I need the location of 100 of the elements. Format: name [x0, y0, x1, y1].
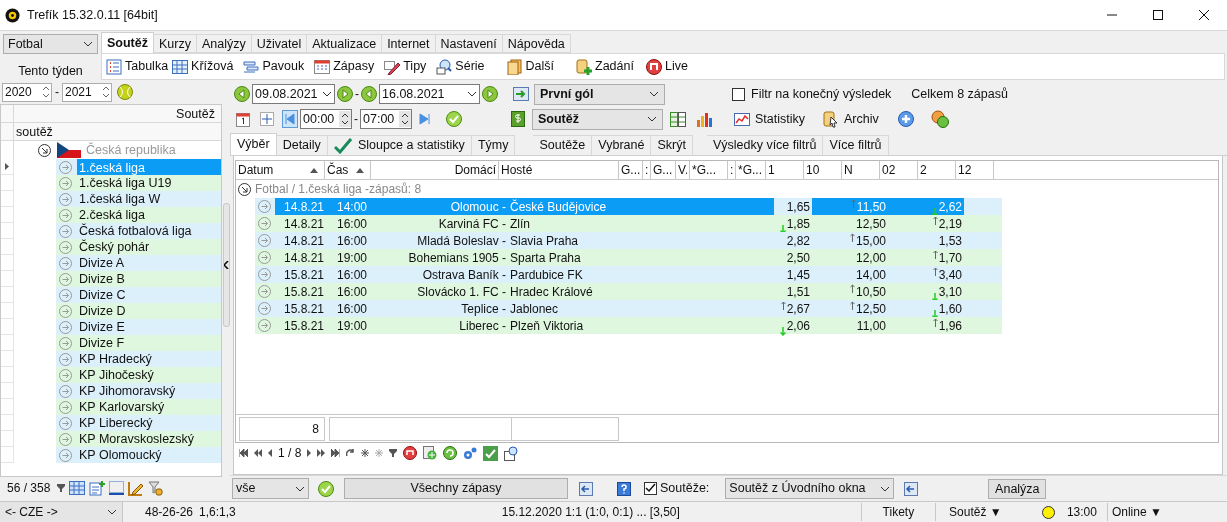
spinner-arrows-icon[interactable]	[339, 111, 351, 127]
arrow-circle-icon[interactable]	[258, 217, 271, 230]
menu-tab[interactable]: Kurzy	[154, 34, 197, 53]
competition-menu[interactable]: Soutěž ▼	[934, 503, 1015, 521]
column-header[interactable]: 10	[804, 161, 842, 179]
menu-tab[interactable]: Nastavení	[435, 34, 503, 53]
table-row[interactable]: 15.8.21 16:00 Ostrava Baník - Pardubice FK 1,45 14,00 3,40	[255, 266, 1002, 283]
analysis-button[interactable]: Analýza	[988, 478, 1047, 499]
previous-pages-icon[interactable]	[254, 449, 262, 457]
column-header[interactable]: 1	[766, 161, 804, 179]
arrow-circle-icon[interactable]	[59, 448, 72, 462]
grid-icon[interactable]	[69, 481, 86, 495]
year-from-spinner[interactable]: 2020	[2, 82, 52, 102]
redo-icon[interactable]	[346, 449, 356, 457]
menu-tab[interactable]: Soutěž	[101, 32, 154, 53]
tab[interactable]: Vybrané	[592, 135, 652, 155]
tab[interactable]: Soutěže	[533, 135, 593, 155]
column-header[interactable]: G...	[651, 161, 676, 179]
arrow-circle-icon[interactable]	[59, 240, 72, 254]
online-menu[interactable]: Online ▼	[1106, 503, 1162, 521]
caret-icon[interactable]	[880, 485, 891, 492]
filter-dropdown[interactable]: vše	[232, 478, 309, 499]
collapse-icon[interactable]	[38, 143, 51, 157]
tab[interactable]: Více filtrů	[823, 135, 889, 155]
money-icon[interactable]	[511, 111, 525, 127]
series-search-icon[interactable]	[504, 445, 520, 461]
scrollbar-thumb[interactable]	[222, 203, 230, 327]
help-icon[interactable]	[617, 481, 631, 496]
filter-icon[interactable]	[389, 449, 398, 457]
tab[interactable]: Týmy	[471, 135, 516, 155]
column-header[interactable]: *G...	[736, 161, 766, 179]
checkbox[interactable]	[732, 87, 745, 101]
calendar-icon[interactable]	[236, 111, 250, 127]
add-document-icon[interactable]	[89, 480, 106, 496]
arrow-circle-icon[interactable]	[59, 304, 72, 318]
arrow-circle-icon[interactable]	[258, 200, 271, 213]
spinner-arrows-icon[interactable]	[101, 85, 111, 99]
column-header[interactable]: 02	[880, 161, 918, 179]
tab[interactable]: Sloupce a statistiky	[327, 135, 472, 155]
column-header[interactable]: G...	[619, 161, 643, 179]
checkbox-label[interactable]: Filtr na konečný výsledek	[751, 84, 892, 104]
arrow-circle-icon[interactable]	[59, 416, 72, 430]
checkbox[interactable]	[644, 482, 657, 495]
arrow-circle-icon[interactable]	[59, 384, 72, 398]
checkbox-label[interactable]: Soutěže:	[660, 479, 710, 498]
arrow-circle-icon[interactable]	[59, 352, 72, 366]
competition-source-dropdown[interactable]: Soutěž z Úvodního okna	[725, 478, 895, 499]
arrow-circle-icon[interactable]	[59, 208, 72, 222]
arrow-circle-icon[interactable]	[59, 336, 72, 350]
arrow-circle-icon[interactable]	[59, 160, 72, 174]
arrow-circle-icon[interactable]	[59, 176, 72, 190]
tab[interactable]: Výsledky více filtrů	[706, 135, 824, 155]
last-page-icon[interactable]	[331, 449, 341, 457]
arrow-circle-icon[interactable]	[258, 319, 271, 332]
arrow-circle-icon[interactable]	[59, 256, 72, 270]
caret-icon[interactable]	[83, 41, 93, 47]
spinner-arrows-icon[interactable]	[41, 85, 51, 99]
settings-icon[interactable]	[463, 446, 478, 460]
skip-start-icon[interactable]	[282, 110, 298, 128]
arrow-circle-icon[interactable]	[59, 368, 72, 382]
country-dropdown[interactable]: <- CZE ->	[0, 502, 123, 522]
next-icon[interactable]	[307, 449, 312, 457]
time-from-spinner[interactable]: 00:00	[300, 109, 352, 129]
add-icon[interactable]	[423, 446, 438, 460]
toolbar-button[interactable]: Zadání	[576, 55, 636, 78]
date-to-field[interactable]: 16.08.2021	[379, 84, 480, 104]
collapse-icon[interactable]	[238, 182, 251, 196]
filter-icon[interactable]	[57, 484, 66, 492]
sport-dropdown[interactable]: Fotbal	[3, 34, 98, 54]
tab[interactable]: Detaily	[276, 135, 328, 155]
menu-tab[interactable]: Analýzy	[196, 34, 252, 53]
time-to-spinner[interactable]: 07:00	[360, 109, 412, 129]
menu-tab[interactable]: Internet	[382, 34, 436, 53]
check-circle-icon[interactable]	[318, 480, 334, 497]
tab[interactable]: Skrýt	[651, 135, 693, 155]
column-header[interactable]: N	[842, 161, 880, 179]
column-header[interactable]: Datum	[236, 161, 325, 179]
caret-icon[interactable]	[467, 91, 477, 97]
tennis-ball-icon[interactable]	[117, 84, 133, 100]
column-header[interactable]: 12	[956, 161, 994, 179]
stop-icon[interactable]	[403, 446, 418, 460]
menu-tab[interactable]: Aktualizace	[307, 34, 383, 53]
column-header[interactable]: 2	[918, 161, 956, 179]
funnel-database-icon[interactable]	[148, 480, 164, 496]
dotted-frame-icon[interactable]	[109, 481, 125, 495]
arrow-circle-icon[interactable]	[59, 192, 72, 206]
arrow-circle-icon[interactable]	[59, 320, 72, 334]
table-row[interactable]: 15.8.21 19:00 Liberec - Plzeň Viktoria 2,06 11,00 1,96	[255, 317, 1002, 334]
arrow-circle-icon[interactable]	[258, 251, 271, 264]
previous-icon[interactable]	[268, 449, 272, 457]
tab[interactable]: Výběr	[230, 133, 277, 155]
pencil-icon[interactable]	[128, 480, 145, 496]
table-row[interactable]: 14.8.21 19:00 Bohemians 1905 - Sparta Praha 2,50 12,00 1,70	[255, 249, 1002, 266]
columns-icon[interactable]	[670, 111, 686, 127]
toolbar-button[interactable]: Pavouk	[243, 55, 307, 78]
year-to-spinner[interactable]: 2021	[62, 82, 112, 102]
all-matches-button[interactable]: Všechny zápasy	[344, 478, 568, 499]
column-header[interactable]: Čas	[325, 161, 371, 179]
arrow-circle-icon[interactable]	[258, 302, 271, 315]
column-header[interactable]: Domácí	[371, 161, 499, 179]
